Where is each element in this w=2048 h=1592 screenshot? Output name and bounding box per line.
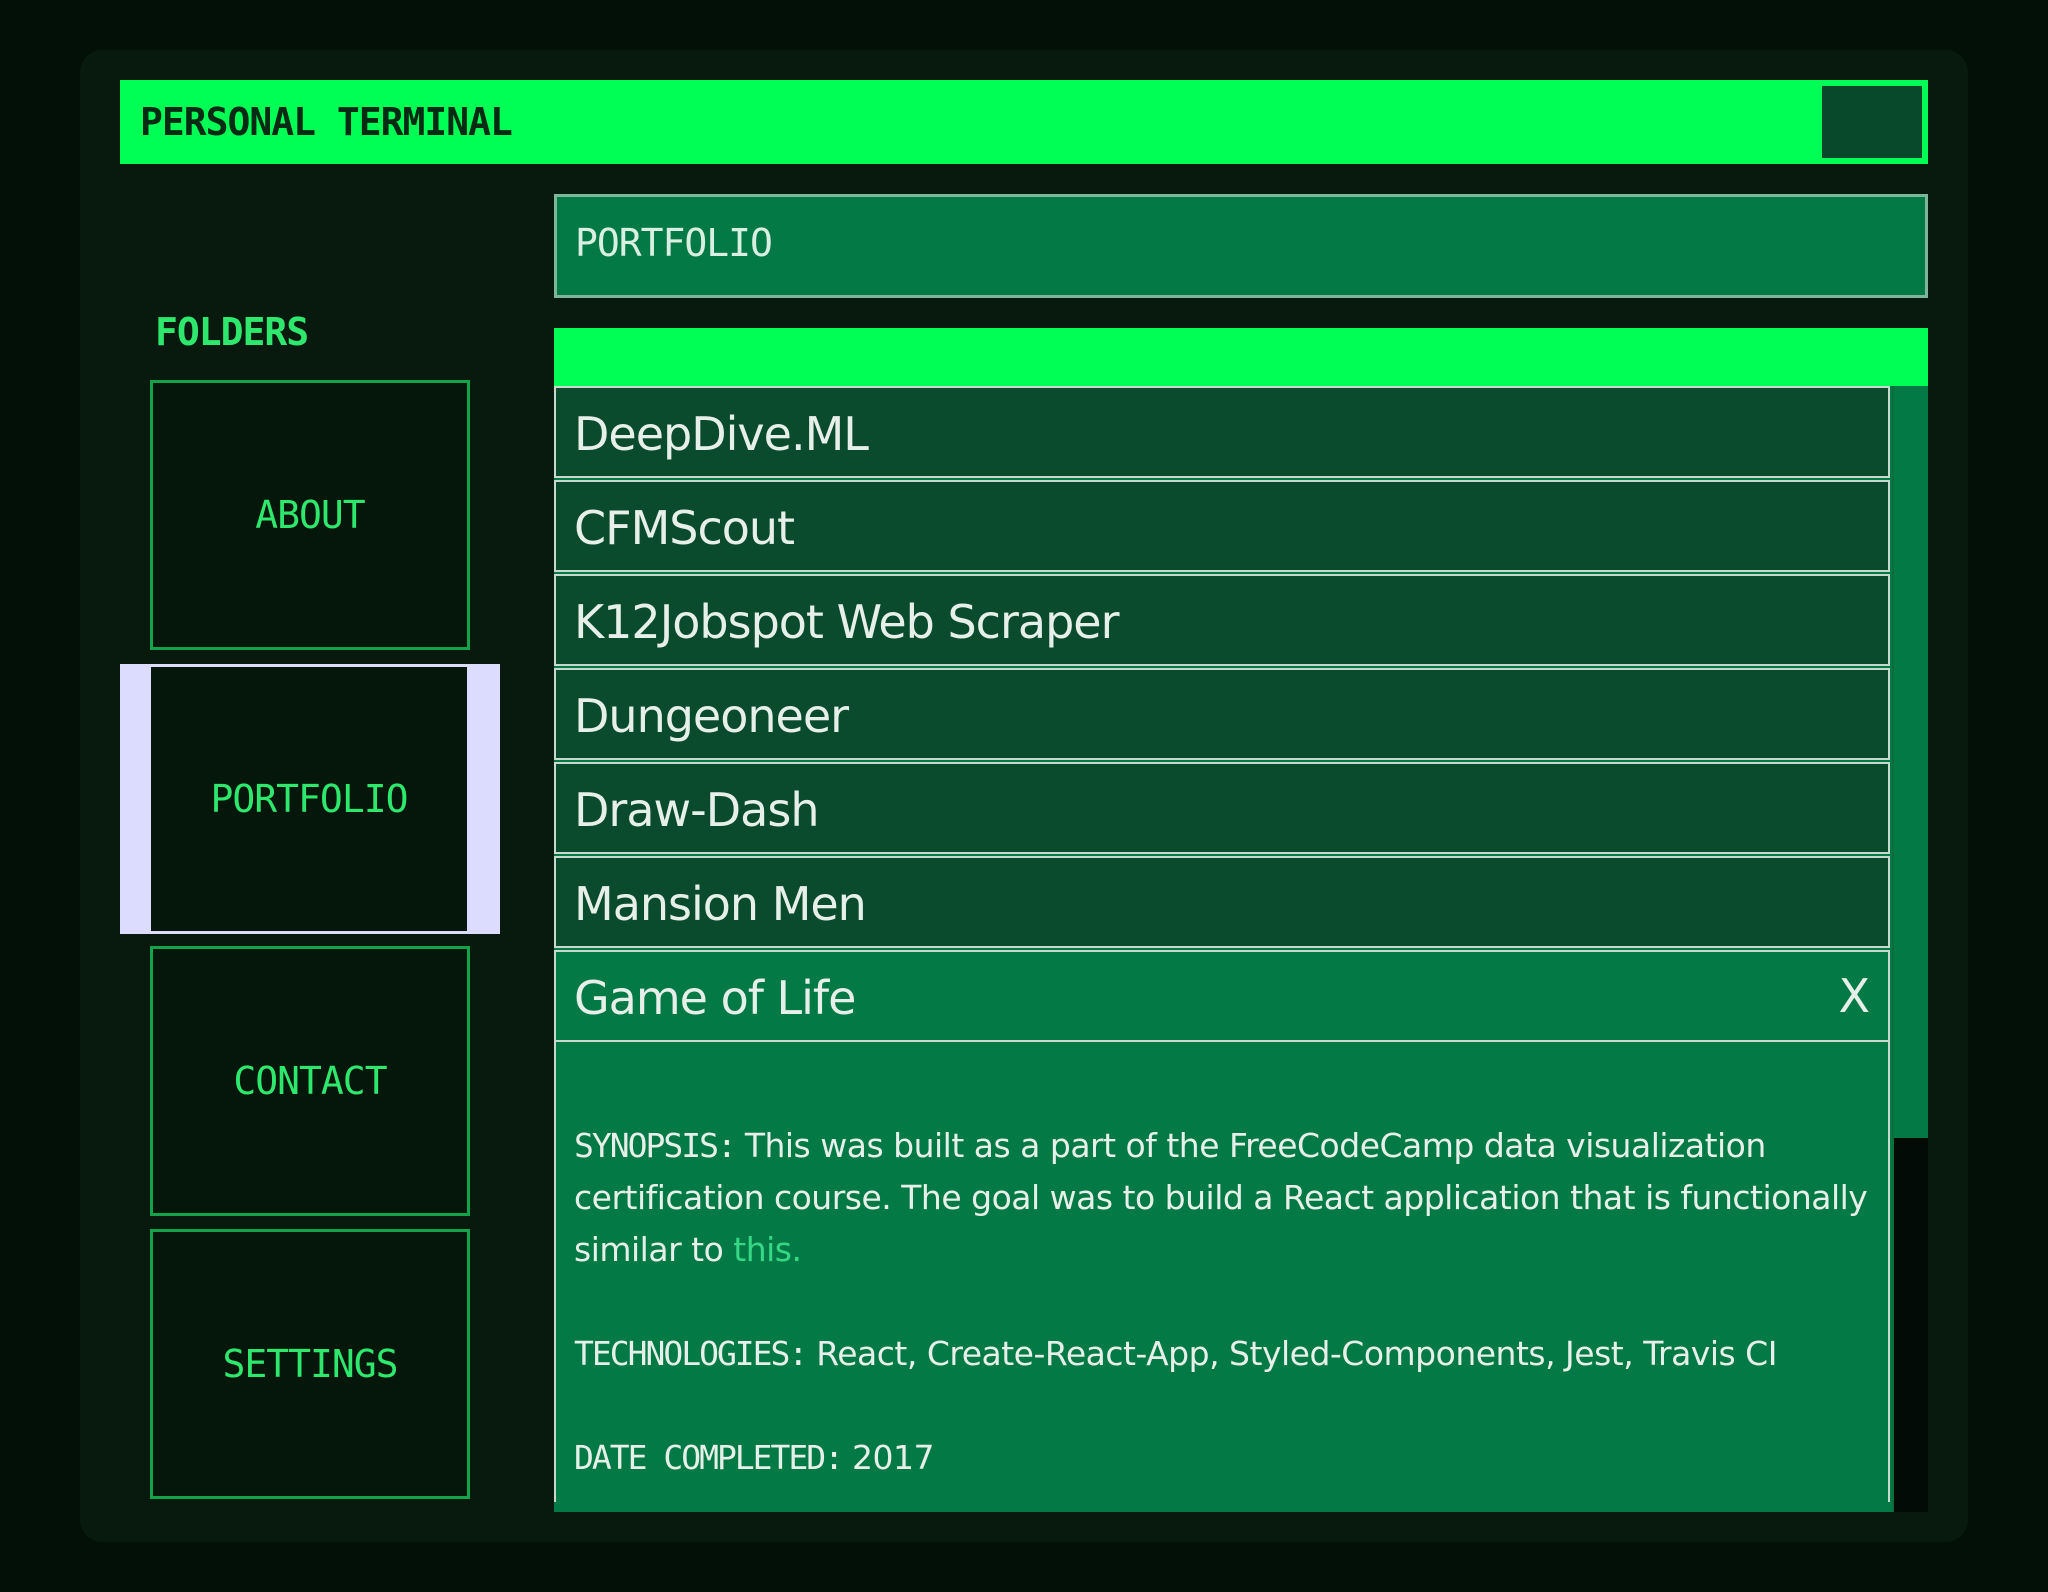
folder-settings-button[interactable]: SETTINGS bbox=[150, 1229, 470, 1499]
project-name: Game of Life bbox=[574, 971, 856, 1025]
folder-contact-label: CONTACT bbox=[233, 1059, 387, 1103]
window-title: PERSONAL TERMINAL bbox=[140, 100, 513, 144]
list-header-bar bbox=[554, 328, 1928, 386]
folder-portfolio-label: PORTFOLIO bbox=[210, 777, 409, 821]
project-name: DeepDive.ML bbox=[574, 407, 869, 461]
project-row-cfmscout[interactable]: CFMScout bbox=[554, 480, 1890, 572]
list-scrollbar[interactable] bbox=[1892, 386, 1928, 1512]
project-row-dungeoneer[interactable]: Dungeoneer bbox=[554, 668, 1890, 760]
project-row-draw-dash[interactable]: Draw-Dash bbox=[554, 762, 1890, 854]
project-name: Draw-Dash bbox=[574, 783, 819, 837]
synopsis-paragraph: SYNOPSIS: This was built as a part of th… bbox=[574, 1120, 1874, 1276]
technologies-key: TECHNOLOGIES: bbox=[574, 1334, 808, 1373]
path-bar: PORTFOLIO bbox=[554, 194, 1928, 298]
synopsis-key: SYNOPSIS: bbox=[574, 1126, 737, 1165]
project-name: CFMScout bbox=[574, 501, 795, 555]
date-paragraph: DATE COMPLETED: 2017 bbox=[574, 1432, 1874, 1484]
folder-settings-label: SETTINGS bbox=[222, 1342, 398, 1386]
project-list: DeepDive.ML CFMScout K12Jobspot Web Scra… bbox=[554, 386, 1928, 1512]
synopsis-link[interactable]: this. bbox=[733, 1230, 802, 1269]
folder-portfolio-button[interactable]: PORTFOLIO bbox=[151, 667, 467, 931]
project-row-game-of-life[interactable]: Game of Life X bbox=[554, 950, 1890, 1042]
project-detail: SYNOPSIS: This was built as a part of th… bbox=[554, 1042, 1890, 1502]
project-row-deepdive[interactable]: DeepDive.ML bbox=[554, 386, 1890, 478]
folder-about-button[interactable]: ABOUT bbox=[150, 380, 470, 650]
project-name: K12Jobspot Web Scraper bbox=[574, 595, 1119, 649]
technologies-text: React, Create-React-App, Styled-Componen… bbox=[816, 1334, 1777, 1373]
path-label: PORTFOLIO bbox=[575, 221, 773, 265]
project-row-k12jobspot[interactable]: K12Jobspot Web Scraper bbox=[554, 574, 1890, 666]
folder-about-label: ABOUT bbox=[255, 493, 365, 537]
date-key: DATE COMPLETED: bbox=[574, 1438, 844, 1477]
folders-heading: FOLDERS bbox=[155, 310, 309, 354]
date-text: 2017 bbox=[852, 1438, 934, 1477]
folder-portfolio-selected[interactable]: PORTFOLIO bbox=[120, 664, 500, 934]
scrollbar-thumb[interactable] bbox=[1894, 386, 1928, 1138]
title-bar: PERSONAL TERMINAL bbox=[120, 80, 1928, 164]
close-icon[interactable]: X bbox=[1838, 968, 1870, 1024]
project-name: Mansion Men bbox=[574, 877, 867, 931]
window-control-button[interactable] bbox=[1822, 86, 1922, 158]
technologies-paragraph: TECHNOLOGIES: React, Create-React-App, S… bbox=[574, 1328, 1874, 1380]
project-row-mansion-men[interactable]: Mansion Men bbox=[554, 856, 1890, 948]
folder-contact-button[interactable]: CONTACT bbox=[150, 946, 470, 1216]
project-name: Dungeoneer bbox=[574, 689, 849, 743]
